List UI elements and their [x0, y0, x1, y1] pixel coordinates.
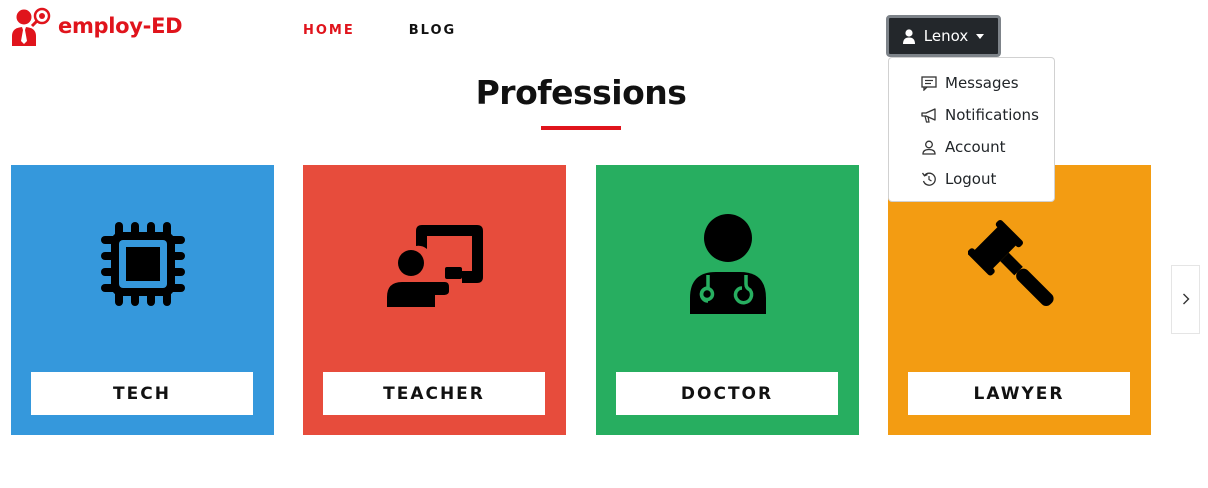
message-icon: [920, 74, 938, 92]
nav-blog-link[interactable]: BLOG: [409, 23, 456, 38]
user-icon: [902, 28, 915, 44]
user-dropdown-menu: Messages Notifications Account Logout: [888, 57, 1055, 202]
menu-item-label: Logout: [945, 170, 997, 188]
menu-item-label: Notifications: [945, 106, 1039, 124]
menu-item-logout[interactable]: Logout: [889, 163, 1054, 195]
menu-item-notifications[interactable]: Notifications: [889, 99, 1054, 131]
doctor-icon: [596, 209, 859, 319]
chevron-right-icon: [1182, 290, 1190, 309]
logo[interactable]: employ-ED: [10, 6, 183, 46]
brand-name: employ-ED: [58, 14, 183, 38]
card-label[interactable]: TECH: [31, 372, 253, 415]
carousel-next-button[interactable]: [1171, 265, 1200, 334]
profession-card-doctor[interactable]: DOCTOR: [596, 165, 859, 435]
menu-item-label: Account: [945, 138, 1006, 156]
profession-card-tech[interactable]: TECH: [11, 165, 274, 435]
logout-icon: [920, 170, 938, 188]
profession-card-lawyer[interactable]: LAWYER: [888, 165, 1151, 435]
chip-icon: [11, 209, 274, 319]
caret-down-icon: [976, 33, 985, 39]
main-nav: HOME BLOG: [303, 23, 510, 38]
person-icon: [920, 138, 938, 156]
card-label[interactable]: LAWYER: [908, 372, 1130, 415]
card-label[interactable]: TEACHER: [323, 372, 545, 415]
teacher-board-icon: [303, 209, 566, 319]
gavel-icon: [888, 209, 1151, 319]
user-menu-button[interactable]: Lenox: [886, 15, 1001, 57]
logo-icon: [12, 7, 51, 46]
profession-card-teacher[interactable]: TEACHER: [303, 165, 566, 435]
user-name: Lenox: [923, 27, 969, 45]
title-underline: [541, 126, 621, 130]
nav-home-link[interactable]: HOME: [303, 23, 355, 38]
menu-item-account[interactable]: Account: [889, 131, 1054, 163]
card-label[interactable]: DOCTOR: [616, 372, 838, 415]
menu-item-messages[interactable]: Messages: [889, 67, 1054, 99]
megaphone-icon: [920, 106, 938, 124]
menu-item-label: Messages: [945, 74, 1019, 92]
